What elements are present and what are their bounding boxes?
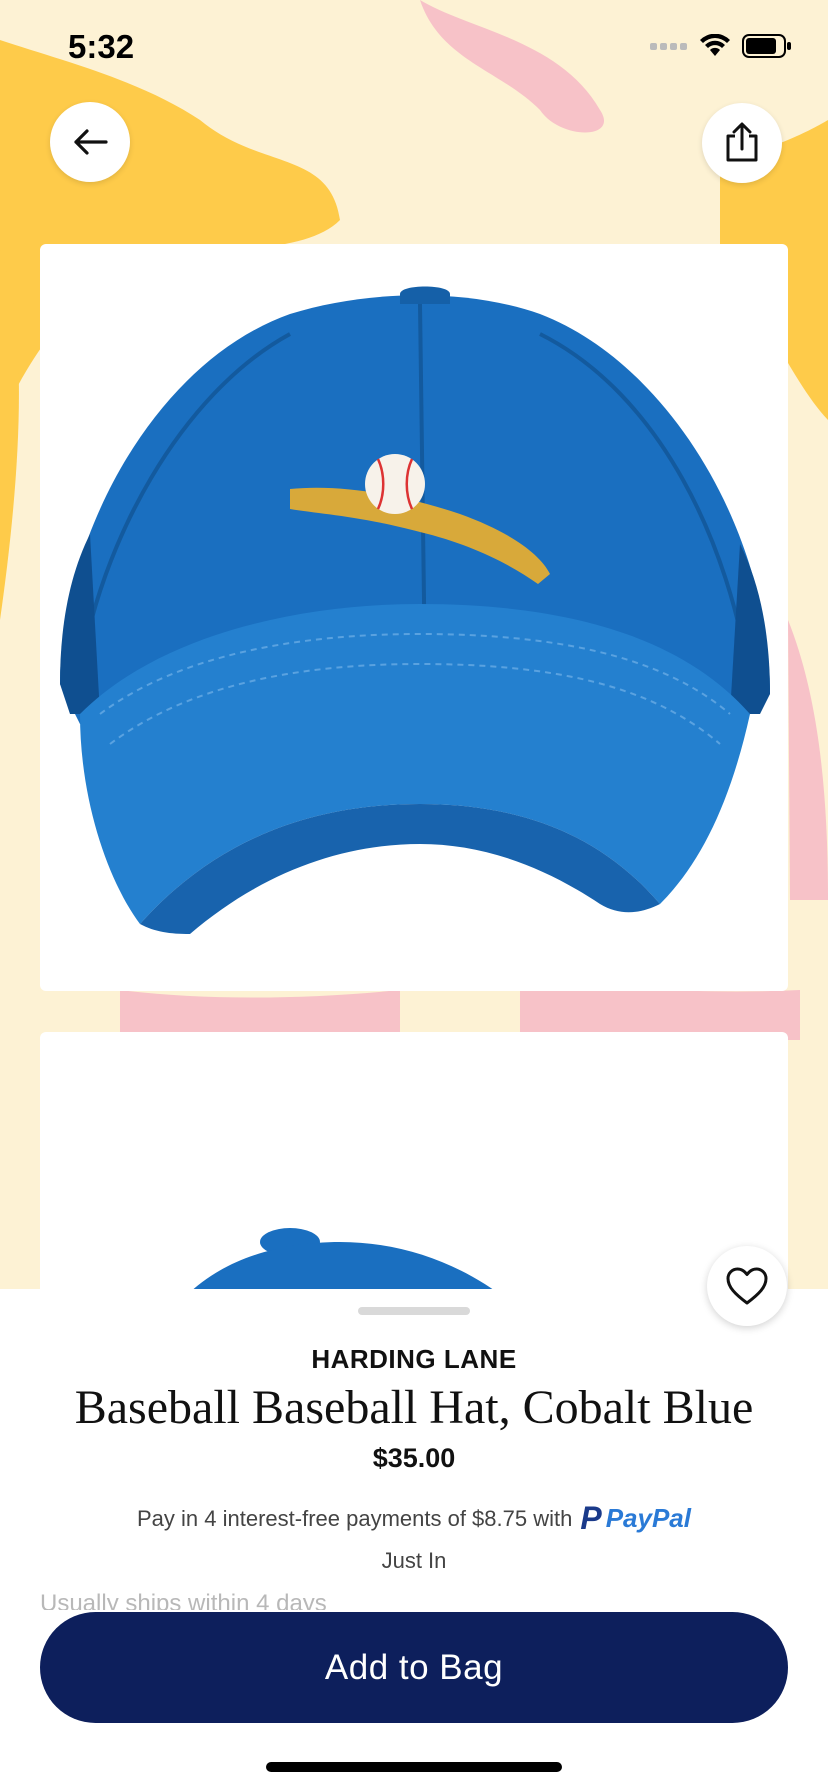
paypal-installments-text: Pay in 4 interest-free payments of $8.75… — [137, 1505, 573, 1531]
status-bar: 5:32 — [0, 0, 828, 96]
heart-icon — [726, 1267, 768, 1305]
paypal-p-icon: P — [580, 1500, 602, 1536]
signal-icon — [650, 43, 687, 50]
product-brand[interactable]: HARDING LANE — [0, 1344, 828, 1375]
paypal-logo-text: PayPal — [605, 1503, 691, 1533]
product-title: Baseball Baseball Hat, Cobalt Blue — [74, 1381, 754, 1434]
share-icon — [726, 122, 758, 162]
paypal-installments[interactable]: Pay in 4 interest-free payments of $8.75… — [0, 1500, 828, 1537]
product-image-main[interactable] — [40, 244, 788, 991]
status-icons — [650, 34, 792, 58]
hat-image — [60, 286, 770, 934]
favorite-button[interactable] — [707, 1246, 787, 1326]
back-button[interactable] — [50, 102, 130, 182]
battery-icon — [742, 34, 791, 58]
status-time: 5:32 — [68, 28, 135, 65]
sheet-drag-handle[interactable] — [358, 1307, 470, 1315]
add-to-bag-button[interactable]: Add to Bag — [40, 1612, 788, 1723]
paypal-logo: P PayPal — [580, 1500, 691, 1537]
shipping-info: Usually ships within 4 days — [40, 1590, 327, 1610]
product-price: $35.00 — [372, 1443, 456, 1473]
share-button[interactable] — [702, 103, 782, 183]
product-tag: Just In — [381, 1548, 447, 1573]
back-arrow-icon — [74, 129, 108, 155]
home-indicator[interactable] — [266, 1762, 562, 1772]
wifi-icon — [700, 34, 730, 56]
